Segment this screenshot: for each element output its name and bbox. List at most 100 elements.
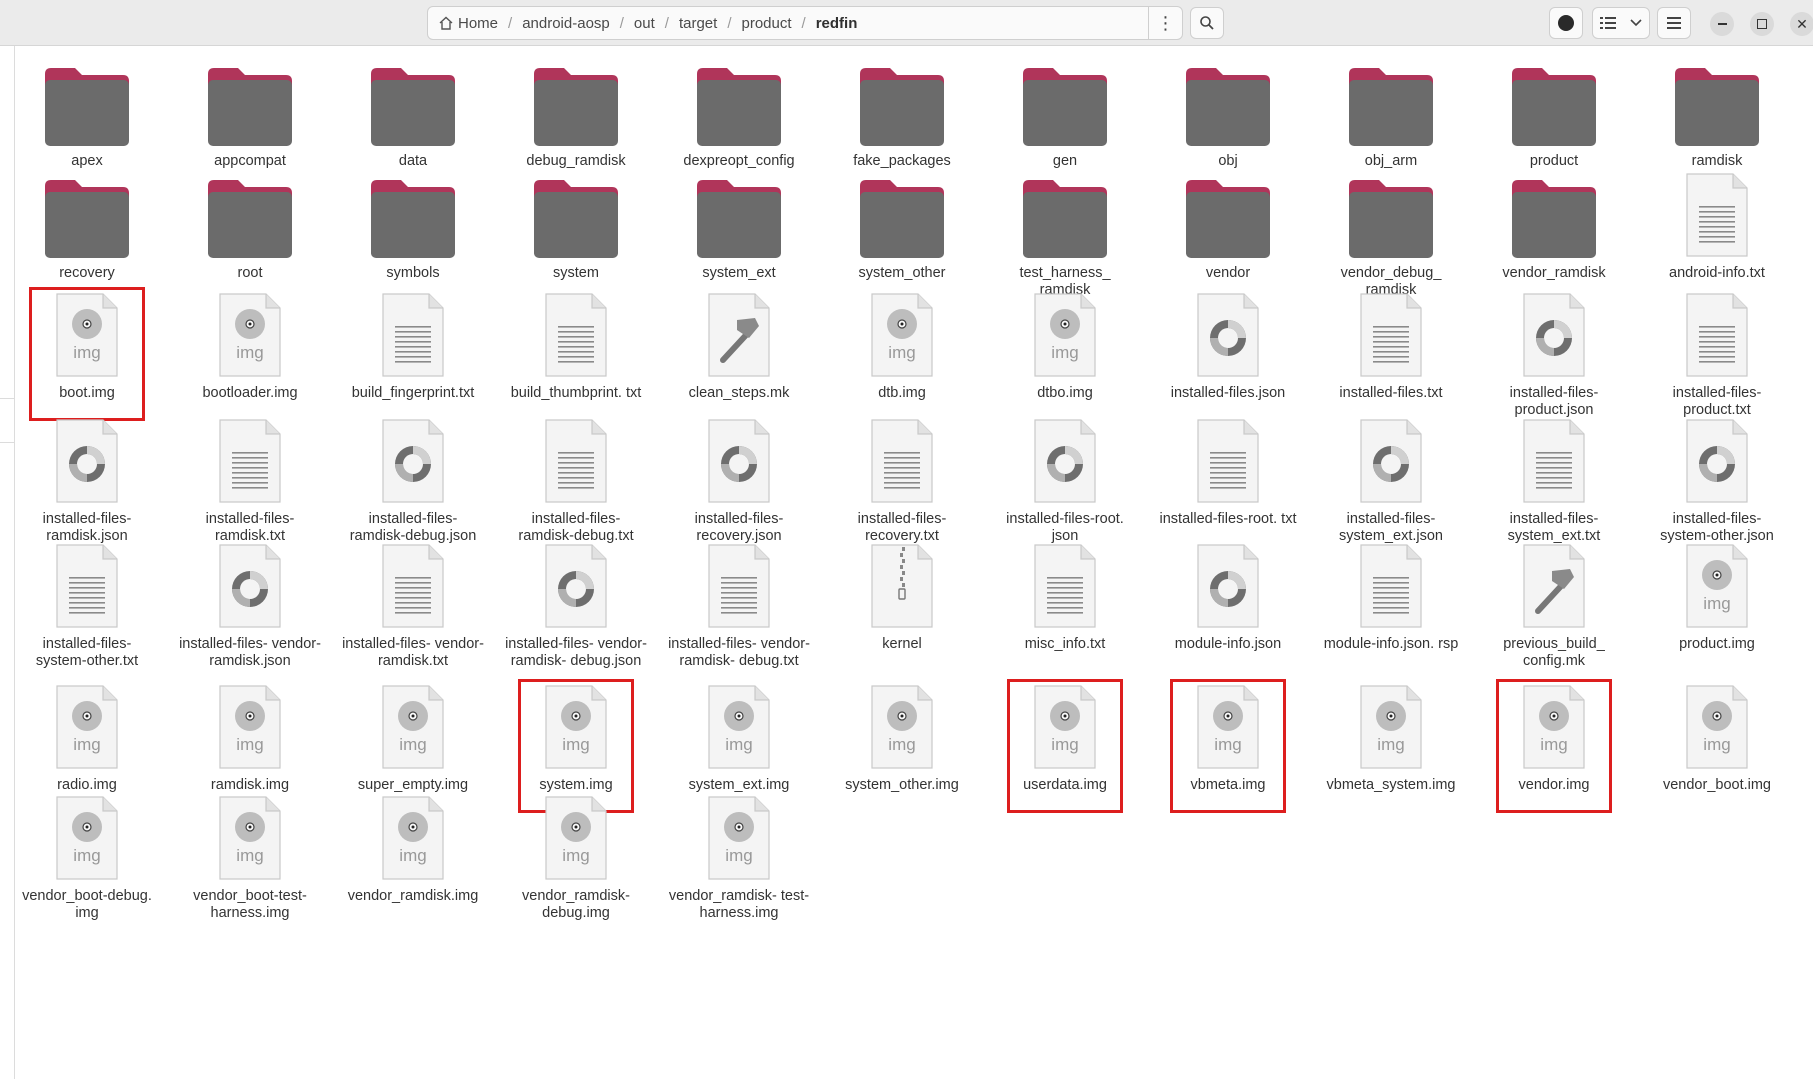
file-name: obj_arm bbox=[1364, 153, 1418, 169]
file-item[interactable]: installed-files- vendor-ramdisk- debug.j… bbox=[501, 541, 651, 670]
file-item[interactable]: system bbox=[501, 170, 651, 282]
file-item[interactable]: installed-files- product.txt bbox=[1642, 290, 1792, 419]
file-item[interactable]: installed-files- ramdisk-debug.json bbox=[338, 416, 488, 545]
file-item[interactable]: installed-files- system_ext.txt bbox=[1479, 416, 1629, 545]
file-item[interactable]: fake_packages bbox=[827, 58, 977, 170]
file-item[interactable]: img vbmeta_system.img bbox=[1316, 682, 1466, 794]
folder-icon bbox=[860, 68, 944, 146]
file-item[interactable]: installed-files- system-other.json bbox=[1642, 416, 1792, 545]
file-icon-wrap bbox=[204, 541, 296, 633]
file-item[interactable]: installed-files- recovery.txt bbox=[827, 416, 977, 545]
main-menu-button[interactable] bbox=[1657, 7, 1691, 39]
file-item[interactable]: installed-files-root. json bbox=[990, 416, 1140, 545]
file-item[interactable]: img vendor_ramdisk.img bbox=[338, 793, 488, 905]
breadcrumb-android-aosp[interactable]: android-aosp bbox=[516, 15, 616, 32]
file-name: root bbox=[237, 265, 263, 281]
file-item[interactable]: installed-files- system-other.txt bbox=[12, 541, 162, 670]
minimize-button[interactable] bbox=[1710, 12, 1734, 36]
file-item[interactable]: data bbox=[338, 58, 488, 170]
file-item[interactable]: symbols bbox=[338, 170, 488, 282]
file-item[interactable]: vendor_debug_ ramdisk bbox=[1316, 170, 1466, 299]
file-item[interactable]: installed-files- ramdisk.txt bbox=[175, 416, 325, 545]
json-file-icon bbox=[1508, 293, 1600, 386]
file-item[interactable]: obj_arm bbox=[1316, 58, 1466, 170]
file-item[interactable]: test_harness_ ramdisk bbox=[990, 170, 1140, 299]
file-item[interactable]: kernel bbox=[827, 541, 977, 653]
file-item[interactable]: img vendor.img bbox=[1479, 682, 1629, 794]
file-item[interactable]: img system_ext.img bbox=[664, 682, 814, 794]
file-name: appcompat bbox=[214, 153, 286, 169]
file-item[interactable]: dexpreopt_config bbox=[664, 58, 814, 170]
file-item[interactable]: installed-files- product.json bbox=[1479, 290, 1629, 419]
view-options-button[interactable] bbox=[1592, 7, 1650, 39]
breadcrumb-home[interactable]: Home bbox=[452, 15, 504, 32]
json-file-icon bbox=[1019, 419, 1111, 512]
file-item[interactable]: img system_other.img bbox=[827, 682, 977, 794]
path-bar[interactable]: Home / android-aosp / out / target / pro… bbox=[427, 6, 1183, 40]
file-item[interactable]: img vendor_ramdisk- test-harness.img bbox=[664, 793, 814, 922]
breadcrumb-redfin[interactable]: redfin bbox=[810, 15, 864, 32]
file-item[interactable]: img radio.img bbox=[12, 682, 162, 794]
file-item[interactable]: img boot.img bbox=[12, 290, 162, 402]
file-item[interactable]: img product.img bbox=[1642, 541, 1792, 653]
file-item[interactable]: obj bbox=[1153, 58, 1303, 170]
breadcrumb-target[interactable]: target bbox=[673, 15, 723, 32]
file-item[interactable]: appcompat bbox=[175, 58, 325, 170]
file-item[interactable]: system_ext bbox=[664, 170, 814, 282]
file-item[interactable]: img dtb.img bbox=[827, 290, 977, 402]
file-item[interactable]: img dtbo.img bbox=[990, 290, 1140, 402]
breadcrumb-product[interactable]: product bbox=[735, 15, 797, 32]
file-item[interactable]: root bbox=[175, 170, 325, 282]
minimize-icon bbox=[1717, 23, 1727, 25]
file-item[interactable]: vendor bbox=[1153, 170, 1303, 282]
file-item[interactable]: img vbmeta.img bbox=[1153, 682, 1303, 794]
file-item[interactable]: debug_ramdisk bbox=[501, 58, 651, 170]
file-item[interactable]: installed-files- ramdisk-debug.txt bbox=[501, 416, 651, 545]
file-item[interactable]: product bbox=[1479, 58, 1629, 170]
file-item[interactable]: installed-files- ramdisk.json bbox=[12, 416, 162, 545]
file-item[interactable]: android-info.txt bbox=[1642, 170, 1792, 282]
file-item[interactable]: installed-files- vendor-ramdisk.json bbox=[175, 541, 325, 670]
file-item[interactable]: installed-files- system_ext.json bbox=[1316, 416, 1466, 545]
file-item[interactable]: img vendor_ramdisk- debug.img bbox=[501, 793, 651, 922]
text-file-icon bbox=[530, 419, 622, 512]
file-item[interactable]: misc_info.txt bbox=[990, 541, 1140, 653]
file-item[interactable]: installed-files- vendor-ramdisk- debug.t… bbox=[664, 541, 814, 670]
record-button[interactable] bbox=[1549, 7, 1583, 39]
file-item[interactable]: apex bbox=[12, 58, 162, 170]
file-item[interactable]: img vendor_boot.img bbox=[1642, 682, 1792, 794]
close-button[interactable]: ✕ bbox=[1790, 12, 1813, 36]
search-button[interactable] bbox=[1190, 7, 1224, 39]
file-item[interactable]: img super_empty.img bbox=[338, 682, 488, 794]
file-item[interactable]: vendor_ramdisk bbox=[1479, 170, 1629, 282]
file-item[interactable]: img vendor_boot-debug. img bbox=[12, 793, 162, 922]
file-item[interactable]: installed-files- recovery.json bbox=[664, 416, 814, 545]
file-item[interactable]: img vendor_boot-test- harness.img bbox=[175, 793, 325, 922]
file-item[interactable]: build_fingerprint.txt bbox=[338, 290, 488, 402]
file-item[interactable]: system_other bbox=[827, 170, 977, 282]
file-item[interactable]: module-info.json bbox=[1153, 541, 1303, 653]
file-item[interactable]: clean_steps.mk bbox=[664, 290, 814, 402]
file-item[interactable]: img userdata.img bbox=[990, 682, 1140, 794]
file-item[interactable]: gen bbox=[990, 58, 1140, 170]
breadcrumb-out[interactable]: out bbox=[628, 15, 661, 32]
file-item[interactable]: module-info.json. rsp bbox=[1316, 541, 1466, 653]
file-item[interactable]: recovery bbox=[12, 170, 162, 282]
svg-text:img: img bbox=[1051, 343, 1078, 362]
file-item[interactable]: img system.img bbox=[501, 682, 651, 794]
svg-text:img: img bbox=[73, 846, 100, 865]
file-icon-wrap bbox=[1671, 58, 1763, 150]
file-item[interactable]: installed-files.txt bbox=[1316, 290, 1466, 402]
file-item[interactable]: installed-files.json bbox=[1153, 290, 1303, 402]
file-item[interactable]: ramdisk bbox=[1642, 58, 1792, 170]
file-item[interactable]: img bootloader.img bbox=[175, 290, 325, 402]
file-item[interactable]: build_thumbprint. txt bbox=[501, 290, 651, 402]
maximize-button[interactable] bbox=[1750, 12, 1774, 36]
path-menu-button[interactable]: ⋮ bbox=[1148, 6, 1182, 40]
file-item[interactable]: installed-files-root. txt bbox=[1153, 416, 1303, 528]
disk-image-icon: img bbox=[41, 796, 133, 889]
file-item[interactable]: installed-files- vendor-ramdisk.txt bbox=[338, 541, 488, 670]
file-item[interactable]: previous_build_ config.mk bbox=[1479, 541, 1629, 670]
disk-image-icon: img bbox=[1019, 685, 1111, 778]
file-item[interactable]: img ramdisk.img bbox=[175, 682, 325, 794]
